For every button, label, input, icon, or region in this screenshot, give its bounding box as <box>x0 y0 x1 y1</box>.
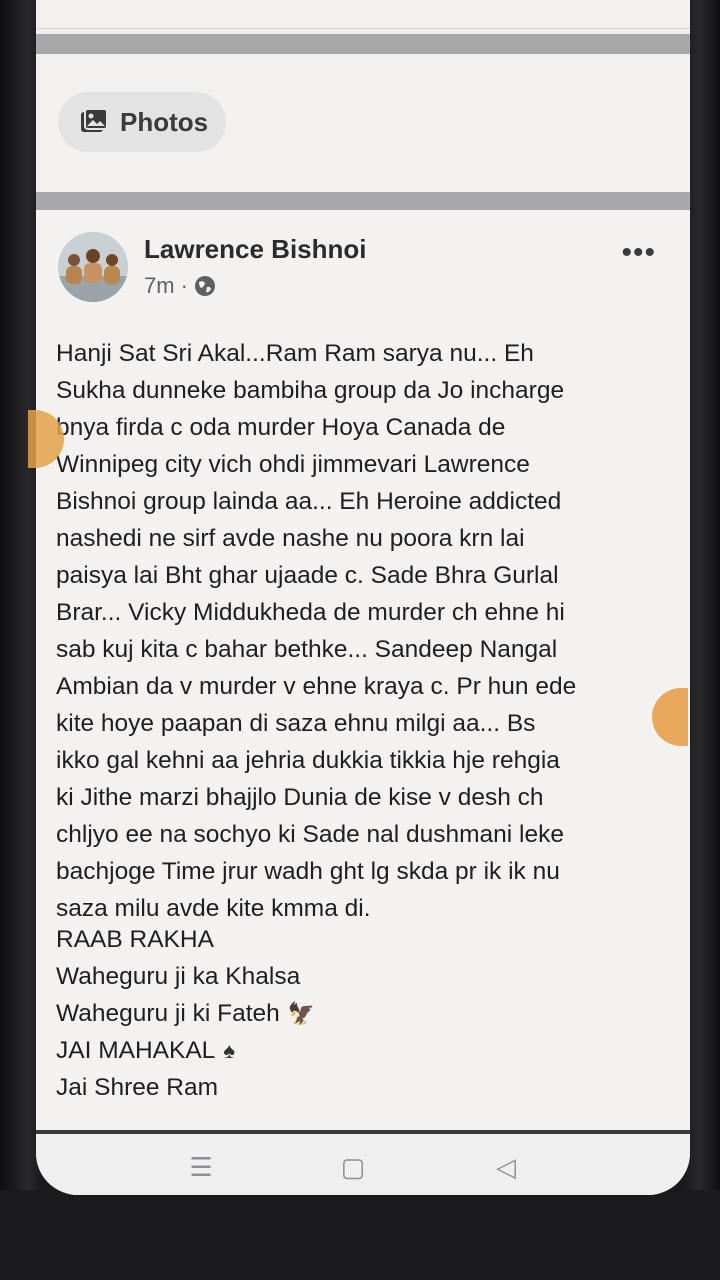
feed-divider <box>36 192 690 210</box>
meta-separator: · <box>180 273 188 298</box>
home-icon[interactable]: ▢ <box>338 1152 368 1182</box>
post-time[interactable]: 7m <box>144 273 175 299</box>
photos-icon <box>81 109 108 132</box>
closing-text: Waheguru ji ki Fateh <box>56 1000 280 1027</box>
system-nav-bar: ☰ ▢ ◁ <box>36 1130 690 1195</box>
closing-line: JAI MAHAKAL ♠ <box>56 1032 666 1069</box>
closing-text: Waheguru ji ka Khalsa <box>56 963 301 990</box>
composer-area: Photos <box>36 54 690 192</box>
spade-emoji-icon: ♠ <box>223 1038 235 1063</box>
closing-line: Jai Shree Ram <box>56 1069 666 1106</box>
back-icon[interactable]: ◁ <box>491 1152 521 1182</box>
photos-label: Photos <box>120 106 209 137</box>
closing-text: JAI MAHAKAL <box>56 1037 216 1064</box>
closing-text: Jai Shree Ram <box>56 1074 219 1101</box>
phone-bezel-right <box>686 0 720 1280</box>
post-author[interactable]: Lawrence Bishnoi <box>144 234 367 265</box>
globe-icon <box>194 276 215 296</box>
previous-post-edge <box>36 0 690 29</box>
closing-line: Waheguru ji ki Fateh 🦅 <box>56 995 666 1032</box>
phone-bezel-left <box>0 0 40 1280</box>
feed-divider <box>36 34 690 54</box>
menu-icon[interactable]: ☰ <box>186 1152 216 1182</box>
avatar-image <box>58 232 128 302</box>
feed-post: Lawrence Bishnoi 7m · ••• Hanji Sat Sri … <box>36 210 690 1130</box>
more-options-icon[interactable]: ••• <box>621 236 656 270</box>
phone-screen: Photos Lawrence Bishnoi 7m · ••• Hanji S… <box>36 0 690 1195</box>
post-body: Hanji Sat Sri Akal...Ram Ram sarya nu...… <box>56 340 577 922</box>
closing-line: RAAB RAKHA <box>56 921 666 958</box>
avatar[interactable] <box>58 232 128 302</box>
post-meta: 7m · <box>144 273 216 299</box>
phone-bezel-bottom <box>0 1190 720 1280</box>
closing-text: RAAB RAKHA <box>56 926 214 953</box>
eagle-emoji-icon: 🦅 <box>287 1001 316 1026</box>
post-closing-lines: RAAB RAKHA Waheguru ji ka Khalsa Wahegur… <box>56 921 666 1106</box>
closing-line: Waheguru ji ka Khalsa <box>56 958 666 995</box>
photos-button[interactable]: Photos <box>58 92 226 152</box>
